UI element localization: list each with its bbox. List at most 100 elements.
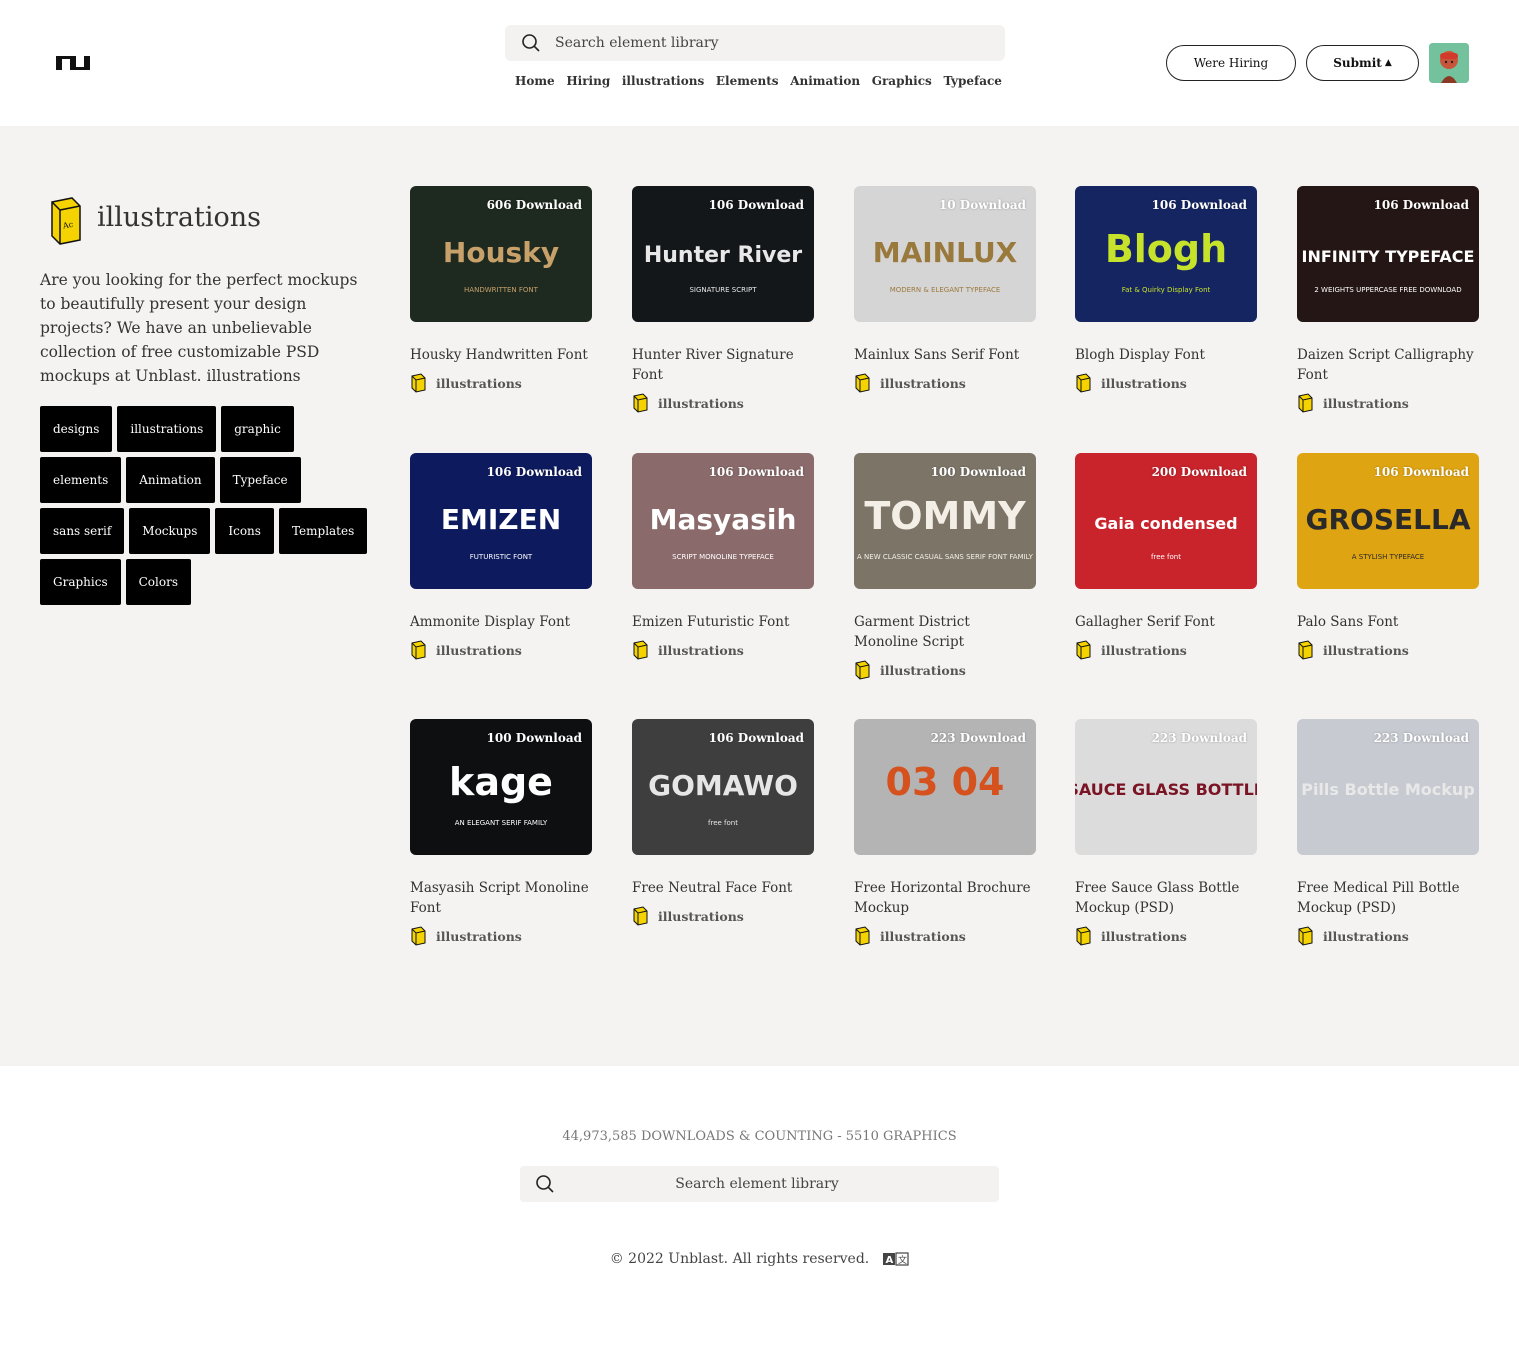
nav-typeface[interactable]: Typeface: [943, 74, 1002, 88]
card-category[interactable]: illustrations: [410, 373, 592, 393]
tag-mockups[interactable]: Mockups: [129, 508, 211, 554]
illustrations-mini-icon: [411, 640, 426, 660]
footer-search-placeholder[interactable]: Search element library: [555, 1176, 999, 1192]
card-thumbnail[interactable]: Masyasih SCRIPT MONOLINE TYPEFACE 106 Down…: [632, 453, 814, 589]
card-category[interactable]: illustrations: [854, 926, 1036, 946]
resource-card[interactable]: Gaia condensed free font 200 Download Galla…: [1075, 453, 1257, 660]
resource-card[interactable]: Pills Bottle Mockup 223 Download Free Medi…: [1297, 719, 1479, 946]
card-title[interactable]: Masyasih Script Monoline Font: [410, 878, 592, 918]
copyright: © 2022 Unblast. All rights reserved. A 文: [0, 1251, 1519, 1267]
thumbnail-title-text: SAUCE GLASS BOTTLE: [1075, 780, 1257, 799]
card-title[interactable]: Garment District Monoline Script: [854, 612, 1036, 652]
card-category[interactable]: illustrations: [632, 906, 814, 926]
page-title: illustrations: [97, 202, 261, 233]
card-thumbnail[interactable]: 03 04 223 Download: [854, 719, 1036, 855]
illustrations-mini-icon: [633, 640, 648, 660]
search-bar[interactable]: Search element library: [505, 25, 1005, 61]
card-category[interactable]: illustrations: [1075, 926, 1257, 946]
card-thumbnail[interactable]: TOMMY A NEW CLASSIC CASUAL SANS SERIF FON…: [854, 453, 1036, 589]
download-count: 200 Download: [1151, 465, 1247, 479]
thumbnail-subtitle-text: free font: [708, 819, 738, 827]
nav-elements[interactable]: Elements: [716, 74, 779, 88]
card-title[interactable]: Emizen Futuristic Font: [632, 612, 814, 632]
resource-card[interactable]: EMIZEN FUTURISTIC FONT 106 Download Ammonit…: [410, 453, 592, 660]
card-category[interactable]: illustrations: [632, 640, 814, 660]
resource-card[interactable]: Housky HANDWRITTEN FONT 606 Download Housky…: [410, 186, 592, 393]
illustrations-mini-icon: [1298, 393, 1313, 413]
tag-typeface[interactable]: Typeface: [219, 457, 301, 503]
resource-card[interactable]: Masyasih SCRIPT MONOLINE TYPEFACE 106 Down…: [632, 453, 814, 660]
nav-hiring[interactable]: Hiring: [566, 74, 610, 88]
tag-colors[interactable]: Colors: [125, 559, 191, 605]
download-count: 100 Download: [930, 465, 1026, 479]
card-title[interactable]: Palo Sans Font: [1297, 612, 1479, 632]
card-category[interactable]: illustrations: [410, 926, 592, 946]
card-category-label: illustrations: [1101, 642, 1187, 658]
card-thumbnail[interactable]: Pills Bottle Mockup 223 Download: [1297, 719, 1479, 855]
translate-icon[interactable]: A 文: [883, 1252, 909, 1266]
card-title[interactable]: Hunter River Signature Font: [632, 345, 814, 385]
resource-card[interactable]: MAINLUX MODERN & ELEGANT TYPEFACE 10 Downl…: [854, 186, 1036, 393]
card-thumbnail[interactable]: Gaia condensed free font 200 Download: [1075, 453, 1257, 589]
card-category[interactable]: illustrations: [1075, 373, 1257, 393]
card-title[interactable]: Gallagher Serif Font: [1075, 612, 1257, 632]
card-thumbnail[interactable]: GROSELLA A STYLISH TYPEFACE 106 Download: [1297, 453, 1479, 589]
tag-sans-serif[interactable]: sans serif: [40, 508, 125, 554]
resource-card[interactable]: Hunter River SIGNATURE SCRIPT 106 Download…: [632, 186, 814, 413]
card-title[interactable]: Ammonite Display Font: [410, 612, 592, 632]
card-thumbnail[interactable]: GOMAWO free font 106 Download: [632, 719, 814, 855]
footer-search-bar[interactable]: Search element library: [520, 1166, 999, 1202]
card-title[interactable]: Blogh Display Font: [1075, 345, 1257, 365]
resource-card[interactable]: kage AN ELEGANT SERIF FAMILY 100 Download M…: [410, 719, 592, 946]
card-category[interactable]: illustrations: [854, 373, 1036, 393]
resource-card[interactable]: TOMMY A NEW CLASSIC CASUAL SANS SERIF FON…: [854, 453, 1036, 680]
card-thumbnail[interactable]: INFINITY TYPEFACE 2 WEIGHTS UPPERCASE FRE…: [1297, 186, 1479, 322]
tag-graphics[interactable]: Graphics: [40, 559, 121, 605]
tag-designs[interactable]: designs: [40, 406, 113, 452]
were-hiring-button[interactable]: Were Hiring: [1166, 45, 1296, 81]
card-thumbnail[interactable]: MAINLUX MODERN & ELEGANT TYPEFACE 10 Downl…: [854, 186, 1036, 322]
card-thumbnail[interactable]: Housky HANDWRITTEN FONT 606 Download: [410, 186, 592, 322]
nav-graphics[interactable]: Graphics: [872, 74, 932, 88]
card-title[interactable]: Daizen Script Calligraphy Font: [1297, 345, 1479, 385]
card-title[interactable]: Mainlux Sans Serif Font: [854, 345, 1036, 365]
card-thumbnail[interactable]: kage AN ELEGANT SERIF FAMILY 100 Download: [410, 719, 592, 855]
card-category[interactable]: illustrations: [1297, 926, 1479, 946]
tag-templates[interactable]: Templates: [278, 508, 368, 554]
card-category[interactable]: illustrations: [1297, 393, 1479, 413]
tag-elements[interactable]: elements: [40, 457, 122, 503]
resource-card[interactable]: GOMAWO free font 106 Download Free Neutral …: [632, 719, 814, 926]
tag-animation[interactable]: Animation: [126, 457, 215, 503]
tag-graphic[interactable]: graphic: [221, 406, 294, 452]
card-thumbnail[interactable]: EMIZEN FUTURISTIC FONT 106 Download: [410, 453, 592, 589]
resource-card[interactable]: Blogh Fat & Quirky Display Font 106 Downlo…: [1075, 186, 1257, 393]
card-thumbnail[interactable]: SAUCE GLASS BOTTLE 223 Download: [1075, 719, 1257, 855]
card-thumbnail[interactable]: Blogh Fat & Quirky Display Font 106 Downlo…: [1075, 186, 1257, 322]
avatar[interactable]: [1429, 43, 1469, 83]
tag-illustrations[interactable]: illustrations: [117, 406, 217, 452]
unblast-logo[interactable]: [54, 48, 94, 78]
resource-card[interactable]: GROSELLA A STYLISH TYPEFACE 106 Download Pa…: [1297, 453, 1479, 660]
card-title[interactable]: Free Sauce Glass Bottle Mockup (PSD): [1075, 878, 1257, 918]
card-title[interactable]: Free Neutral Face Font: [632, 878, 814, 898]
card-category[interactable]: illustrations: [632, 393, 814, 413]
card-thumbnail[interactable]: Hunter River SIGNATURE SCRIPT 106 Download: [632, 186, 814, 322]
card-category[interactable]: illustrations: [854, 660, 1036, 680]
card-category[interactable]: illustrations: [1297, 640, 1479, 660]
card-title[interactable]: Free Medical Pill Bottle Mockup (PSD): [1297, 878, 1479, 918]
submit-button[interactable]: Submit ▲: [1306, 45, 1419, 81]
card-title[interactable]: Free Horizontal Brochure Mockup: [854, 878, 1036, 918]
tag-icons[interactable]: Icons: [215, 508, 274, 554]
card-category[interactable]: illustrations: [1075, 640, 1257, 660]
nav-home[interactable]: Home: [515, 74, 555, 88]
search-placeholder[interactable]: Search element library: [555, 35, 718, 51]
thumbnail-subtitle-text: SIGNATURE SCRIPT: [689, 286, 757, 294]
resource-card[interactable]: SAUCE GLASS BOTTLE 223 Download Free Sauce…: [1075, 719, 1257, 946]
card-title[interactable]: Housky Handwritten Font: [410, 345, 592, 365]
nav-animation[interactable]: Animation: [790, 74, 860, 88]
card-category[interactable]: illustrations: [410, 640, 592, 660]
resource-card[interactable]: 03 04 223 Download Free Horizontal Brochur…: [854, 719, 1036, 946]
nav-illustrations[interactable]: illustrations: [622, 74, 704, 88]
resource-card[interactable]: INFINITY TYPEFACE 2 WEIGHTS UPPERCASE FRE…: [1297, 186, 1479, 413]
download-count: 106 Download: [486, 465, 582, 479]
